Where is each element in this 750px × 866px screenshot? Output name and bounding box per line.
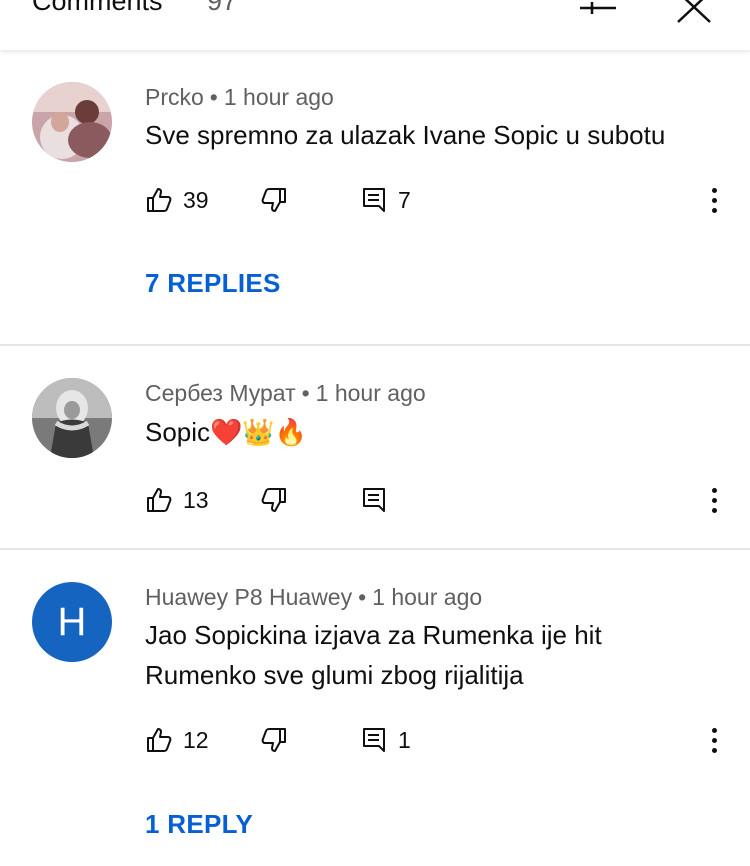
avatar[interactable] [32,82,112,162]
comment-time: 1 hour ago [223,84,334,110]
comment-icon [363,488,385,512]
comment-time: 1 hour ago [372,584,483,610]
comment-time: 1 hour ago [315,380,426,406]
thumbs-down-icon [261,488,286,512]
close-icon[interactable] [672,0,716,24]
view-replies-button[interactable]: 1 REPLY [145,809,253,840]
thumbs-down-icon [261,728,286,752]
meta-separator: • [358,584,367,610]
comment-author[interactable]: Сербез Мурат [145,380,296,406]
comment-text: Sve spremno za ulazak Ivane Sopic u subo… [145,120,666,150]
reply-button[interactable]: 7 [360,185,411,215]
like-button[interactable]: 12 [145,725,209,755]
reply-count: 7 [398,186,411,213]
reply-count: 1 [398,726,411,753]
comment-meta: Prcko • 1 hour ago [145,84,334,111]
thumbs-down-icon [261,188,286,212]
divider [0,548,750,550]
more-options-icon[interactable] [700,722,728,758]
comment-author[interactable]: Huawey P8 Huawey [145,584,352,610]
like-count: 13 [183,486,209,513]
reply-button[interactable]: 1 [360,725,411,755]
comment-text-line-2: Rumenko sve glumi zbog rijalitija [145,660,524,690]
comment-icon [363,188,385,212]
like-button[interactable]: 39 [145,185,209,215]
comment-meta: Сербез Мурат • 1 hour ago [145,380,426,407]
thumbs-up-icon [147,188,172,212]
comment-text-line-1: Jao Sopickina izjava za Rumenka ije hit [145,620,602,650]
comment-text: Sopic❤️👑🔥 [145,417,308,447]
more-options-icon[interactable] [700,482,728,518]
like-button[interactable]: 13 [145,485,209,515]
comment-count: 97 [207,0,238,16]
header-title: Comments [32,0,163,16]
view-replies-button[interactable]: 7 REPLIES [145,268,281,299]
sort-icon[interactable] [576,0,620,24]
avatar-letter: H [57,599,87,644]
like-count: 12 [183,726,209,753]
thumbs-up-icon [147,488,172,512]
meta-separator: • [301,380,310,406]
dislike-button[interactable] [258,185,288,215]
divider [0,344,750,346]
meta-separator: • [209,84,218,110]
dislike-button[interactable] [258,485,288,515]
reply-button[interactable] [360,485,390,515]
more-options-icon[interactable] [700,182,728,218]
comments-header: Comments 97 [0,0,750,50]
avatar[interactable] [32,378,112,458]
thumbs-up-icon [147,728,172,752]
avatar[interactable]: H [32,582,112,662]
like-count: 39 [183,186,209,213]
dislike-button[interactable] [258,725,288,755]
comment-icon [363,728,385,752]
comment-author[interactable]: Prcko [145,84,204,110]
comment-meta: Huawey P8 Huawey • 1 hour ago [145,584,482,611]
